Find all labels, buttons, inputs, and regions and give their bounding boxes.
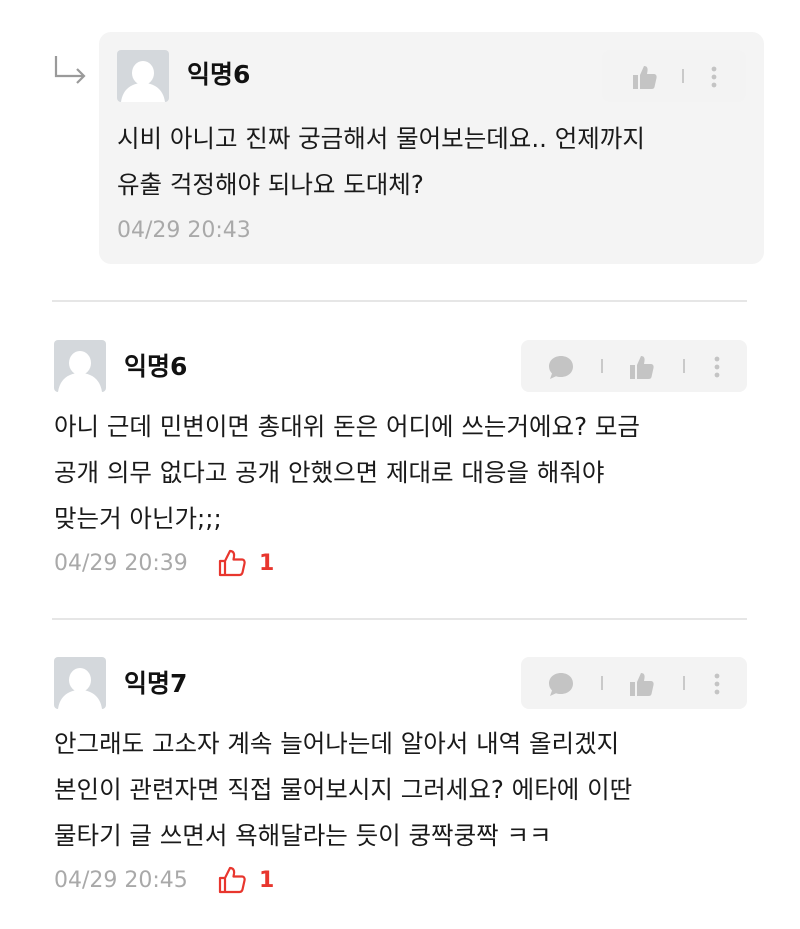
- action-separator: [683, 359, 685, 373]
- action-separator: [682, 69, 684, 83]
- reply-bubble-icon[interactable]: [547, 670, 575, 698]
- comment-action-bar: [521, 657, 747, 709]
- comment-body-line: 아니 근데 민변이면 총대위 돈은 어디에 쓰는거에요? 모금: [54, 412, 640, 441]
- default-avatar-icon: [58, 351, 102, 392]
- thumbs-up-icon[interactable]: [627, 670, 655, 698]
- more-options-icon[interactable]: [711, 353, 723, 381]
- reply-bubble-icon[interactable]: [547, 353, 575, 381]
- reply-arrow-icon: [54, 56, 86, 84]
- comment-author: 익명6: [187, 60, 251, 89]
- default-avatar-icon: [121, 61, 165, 102]
- comment-body-line: 본인이 관련자면 직접 물어보시지 그러세요? 에타에 이딴: [54, 775, 633, 804]
- comment-author: 익명6: [124, 352, 188, 381]
- comment-body-line: 시비 아니고 진짜 궁금해서 물어보는데요.. 언제까지: [117, 124, 645, 153]
- comment-divider: [52, 618, 747, 620]
- comment-body-line: 물타기 글 쓰면서 욕해달라는 듯이 쿵짝쿵짝 ㅋㅋ: [54, 821, 552, 850]
- action-separator: [601, 359, 603, 373]
- default-avatar-icon: [58, 668, 102, 709]
- comment-timestamp: 04/29 20:45: [54, 868, 188, 893]
- comment-body-line: 유출 걱정해야 되나요 도대체?: [117, 170, 424, 199]
- comment-action-bar: [602, 50, 746, 102]
- more-options-icon[interactable]: [708, 63, 720, 91]
- comment-divider: [52, 300, 747, 302]
- like-count: 1: [259, 551, 275, 576]
- avatar: [54, 657, 106, 709]
- comment-body-line: 공개 의무 없다고 공개 안했으면 제대로 대응을 해줘야: [54, 458, 605, 487]
- comment-body-line: 맞는거 아닌가;;;: [54, 504, 222, 533]
- comment-item: 익명6 아니 근데 민변이면 총대위 돈은 어디에 쓰는거에요? 모금 공개 의…: [0, 338, 800, 598]
- thumbs-up-outline-icon: [218, 866, 246, 894]
- avatar: [117, 50, 169, 102]
- action-separator: [683, 676, 685, 690]
- more-options-icon[interactable]: [711, 670, 723, 698]
- avatar: [54, 340, 106, 392]
- comment-author: 익명7: [124, 669, 188, 698]
- reply-comment: 익명6 시비 아니고 진짜 궁금해서 물어보는데요.. 언제까지 유출 걱정해야…: [99, 32, 764, 264]
- comment-timestamp: 04/29 20:39: [54, 551, 188, 576]
- comment-action-bar: [521, 340, 747, 392]
- comment-timestamp: 04/29 20:43: [117, 218, 251, 243]
- thumbs-up-icon[interactable]: [630, 63, 658, 91]
- comment-item: 익명7 안그래도 고소자 계속 늘어나는데 알아서 내역 올리겠지 본인이 관련…: [0, 655, 800, 929]
- comment-body-line: 안그래도 고소자 계속 늘어나는데 알아서 내역 올리겠지: [54, 729, 620, 758]
- like-count: 1: [259, 868, 275, 893]
- action-separator: [601, 676, 603, 690]
- thumbs-up-outline-icon: [218, 549, 246, 577]
- thumbs-up-icon[interactable]: [627, 353, 655, 381]
